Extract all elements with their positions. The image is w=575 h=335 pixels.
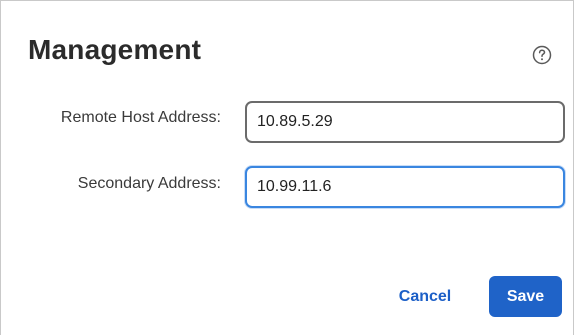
remote-host-address-input[interactable] [245,101,565,143]
management-dialog: Management Remote Host Address: Secondar… [0,0,574,335]
secondary-address-label: Secondary Address: [77,175,221,192]
question-circle-icon[interactable] [532,45,552,65]
cancel-button[interactable]: Cancel [384,277,466,317]
secondary-address-input[interactable] [245,166,565,208]
remote-host-address-label: Remote Host Address: [60,109,221,126]
dialog-title: Management [28,34,202,65]
save-button[interactable]: Save [489,276,562,317]
